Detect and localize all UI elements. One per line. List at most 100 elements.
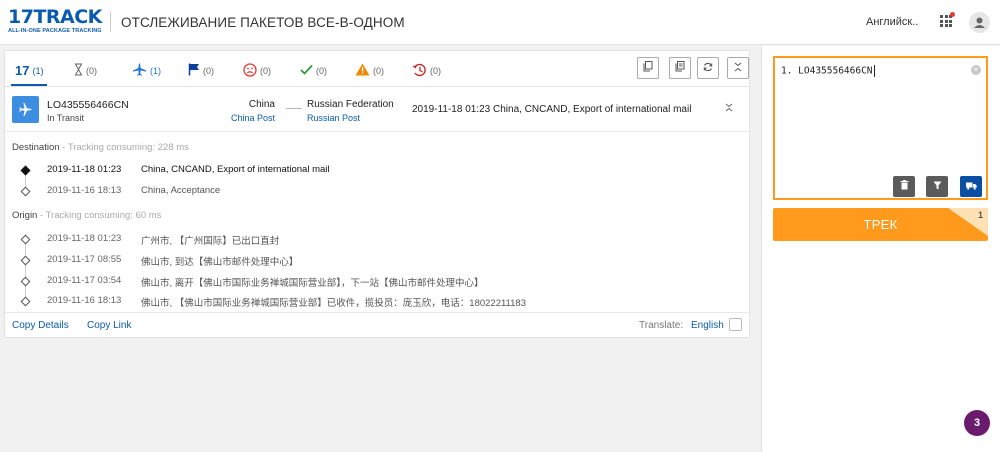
- notification-dot: [950, 12, 955, 17]
- tab-count: (0): [430, 66, 441, 76]
- plane-icon: [132, 63, 147, 79]
- timeline-dot: [20, 276, 31, 287]
- apps-grid-icon[interactable]: [940, 12, 955, 27]
- tracking-number[interactable]: LO435556466CN: [47, 99, 129, 111]
- hourglass-icon: [74, 63, 83, 79]
- timeline-event: 2019-11-18 01:23 广州市, 【广州国际】已出口直封: [5, 231, 749, 251]
- collapse-details-button[interactable]: [725, 103, 733, 114]
- collapse-all-button[interactable]: [727, 57, 749, 79]
- trash-icon: [900, 180, 909, 193]
- language-selector[interactable]: Английск..: [866, 16, 918, 28]
- logo[interactable]: 17TRACK ALL-IN-ONE PACKAGE TRACKING: [8, 6, 102, 35]
- destination-carrier-link[interactable]: Russian Post: [307, 113, 360, 123]
- collapse-icon: [734, 62, 742, 75]
- destination-consuming: Tracking consuming: 228 ms: [67, 142, 189, 153]
- timeline-event: 2019-11-17 03:54 佛山市, 离开【佛山市国际业务禅城国际营业部】…: [5, 273, 749, 293]
- expired-clock-icon: [412, 63, 427, 80]
- copy-icon: [643, 61, 653, 75]
- origin-section-header: Origin - Tracking consuming: 60 ms: [12, 210, 162, 221]
- tab-count: (0): [203, 66, 214, 76]
- destination-section-header: Destination - Tracking consuming: 228 ms: [12, 142, 189, 153]
- origin-consuming: Tracking consuming: 60 ms: [45, 210, 162, 221]
- page-title: ОТСЛЕЖИВАНИЕ ПАКЕТОВ ВСЕ-В-ОДНОМ: [121, 15, 405, 30]
- logo-text: 17TRACK: [8, 6, 102, 28]
- copy-all-button[interactable]: [669, 57, 691, 79]
- carrier-select-button[interactable]: [960, 176, 982, 197]
- origin-label: Origin: [12, 210, 38, 221]
- tab-count: (1): [150, 66, 161, 76]
- logo-tagline: ALL-IN-ONE PACKAGE TRACKING: [8, 28, 102, 34]
- timeline-dot: [20, 165, 31, 176]
- check-icon: [300, 64, 313, 78]
- tracking-input-panel: 1. LO435556466CN × 1 ТРЕК: [761, 46, 1000, 452]
- translate-checkbox[interactable]: [729, 318, 742, 331]
- event-time: 2019-11-17 03:54: [47, 275, 122, 286]
- origin-carrier-link[interactable]: China Post: [231, 113, 275, 123]
- tab-in-transit[interactable]: (1): [132, 61, 161, 81]
- timeline-dot: [20, 234, 31, 245]
- copy-button[interactable]: [637, 57, 659, 79]
- tab-alert[interactable]: (0): [355, 61, 384, 81]
- truck-icon: [965, 181, 977, 193]
- event-time: 2019-11-16 18:13: [47, 185, 122, 196]
- latest-event-desc: China, CNCAND, Export of international m…: [493, 104, 692, 115]
- destination-label: Destination: [12, 142, 60, 153]
- event-time: 2019-11-18 01:23: [47, 233, 122, 244]
- event-time: 2019-11-17 08:55: [47, 254, 122, 265]
- tab-count: (0): [373, 66, 384, 76]
- clear-input-icon[interactable]: ×: [971, 65, 981, 75]
- route-arrow: [286, 108, 302, 109]
- event-desc: 佛山市, 【佛山市国际业务禅城国际营业部】已收件，揽投员：庞玉欣，电话：1802…: [141, 298, 526, 309]
- copy-all-icon: [675, 61, 685, 75]
- tab-undelivered[interactable]: (0): [243, 61, 271, 81]
- tab-count: (0): [86, 66, 97, 76]
- tab-not-found[interactable]: (0): [74, 61, 97, 81]
- textarea-content[interactable]: 1. LO435556466CN: [781, 65, 875, 77]
- timeline-event: 2019-11-17 08:55 佛山市, 到达【佛山市邮件处理中心】: [5, 252, 749, 272]
- all-icon: 17: [15, 63, 30, 78]
- package-status: In Transit: [47, 113, 85, 123]
- package-summary-row[interactable]: LO435556466CN In Transit China China Pos…: [5, 87, 749, 132]
- filter-button[interactable]: [926, 176, 948, 197]
- timeline-dot: [20, 296, 31, 307]
- flag-icon: [188, 63, 200, 79]
- tab-all[interactable]: 17 (1): [15, 61, 43, 81]
- track-button-label: ТРЕК: [863, 217, 898, 232]
- latest-event: 2019-11-18 01:23 China, CNCAND, Export o…: [412, 104, 691, 115]
- timeline-event: 2019-11-16 18:13 China, Acceptance: [5, 183, 749, 203]
- tab-count: (1): [32, 66, 44, 76]
- event-desc: 佛山市, 到达【佛山市邮件处理中心】: [141, 257, 299, 268]
- tab-pickup[interactable]: (0): [188, 61, 214, 81]
- warning-icon: [355, 63, 370, 79]
- track-button[interactable]: 1 ТРЕК: [773, 208, 988, 241]
- user-icon[interactable]: [969, 12, 990, 33]
- tab-expired[interactable]: (0): [412, 61, 441, 81]
- notification-badge[interactable]: 3: [964, 410, 990, 436]
- filter-icon: [933, 181, 942, 193]
- tracking-numbers-textarea[interactable]: 1. LO435556466CN ×: [773, 56, 988, 200]
- sad-face-icon: [243, 62, 257, 80]
- status-tabs: 17 (1) (0) (1) (0) (0) (0) (0) (0): [5, 51, 749, 87]
- destination-country: Russian Federation: [307, 99, 394, 110]
- top-header: 17TRACK ALL-IN-ONE PACKAGE TRACKING ОТСЛ…: [0, 0, 1000, 45]
- origin-country: China: [248, 99, 275, 110]
- header-divider: [110, 12, 111, 32]
- tracking-results-card: 17 (1) (0) (1) (0) (0) (0) (0) (0) LO435…: [4, 50, 750, 338]
- translate-label: Translate:: [639, 320, 684, 331]
- event-time: 2019-11-18 01:23: [47, 164, 122, 175]
- timeline-event: 2019-11-16 18:13 佛山市, 【佛山市国际业务禅城国际营业部】已收…: [5, 293, 749, 313]
- copy-link-link[interactable]: Copy Link: [87, 320, 131, 331]
- active-tab-indicator: [11, 84, 47, 86]
- delete-button[interactable]: [893, 176, 915, 197]
- latest-event-time: 2019-11-18 01:23: [412, 104, 491, 115]
- refresh-icon: [703, 62, 713, 75]
- event-desc: 佛山市, 离开【佛山市国际业务禅城国际营业部】，下一站【佛山市邮件处理中心】: [141, 278, 484, 289]
- tab-delivered[interactable]: (0): [300, 61, 327, 81]
- event-time: 2019-11-16 18:13: [47, 295, 122, 306]
- translate-language-select[interactable]: English: [691, 320, 724, 331]
- copy-details-link[interactable]: Copy Details: [12, 320, 69, 331]
- refresh-button[interactable]: [697, 57, 719, 79]
- card-footer-divider: [5, 312, 749, 313]
- tab-count: (0): [316, 66, 327, 76]
- event-desc: 广州市, 【广州国际】已出口直封: [141, 236, 280, 247]
